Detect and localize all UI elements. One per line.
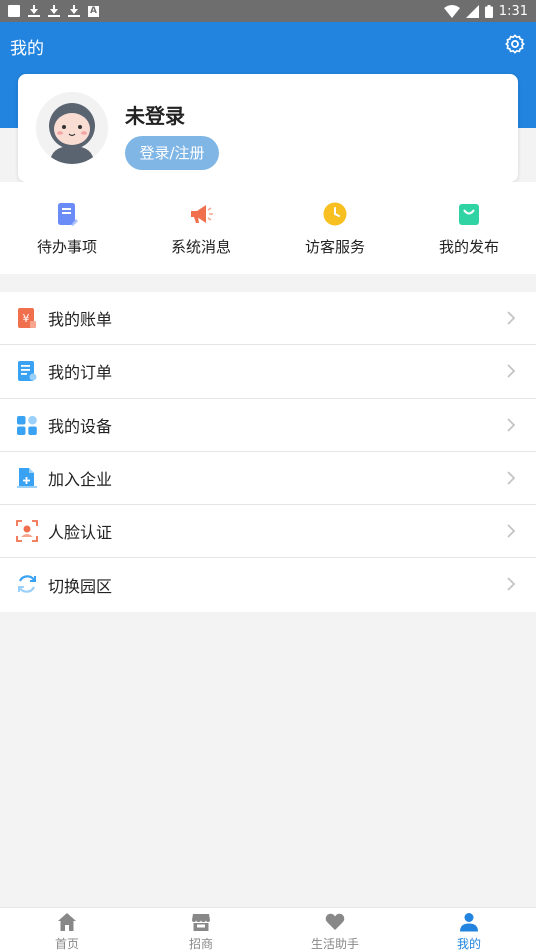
svg-text:¥: ¥	[23, 312, 30, 325]
tab-investment[interactable]: 招商	[134, 908, 268, 952]
menu-item-label: 切换园区	[48, 577, 113, 597]
quick-actions: 待办事项 系统消息 访客服务 我的发布	[0, 182, 536, 274]
login-register-button[interactable]: 登录/注册	[125, 136, 219, 170]
tab-label: 我的	[456, 937, 481, 951]
download-icon	[68, 5, 80, 17]
quick-action-messages[interactable]: 系统消息	[134, 182, 268, 274]
tab-home[interactable]: 首页	[0, 908, 134, 952]
chevron-right-icon	[507, 471, 516, 485]
person-icon	[460, 913, 478, 932]
page-title: 我的	[10, 39, 44, 59]
bottom-tab-bar: 首页 招商 生活助手 我的	[0, 907, 536, 952]
menu-item-switch-park[interactable]: 切换园区	[0, 558, 536, 611]
download-icon	[28, 5, 40, 17]
quick-action-todo[interactable]: 待办事项	[0, 182, 134, 274]
devices-grid-icon	[17, 415, 37, 435]
gear-icon[interactable]	[504, 33, 526, 55]
status-time: 1:31	[498, 3, 528, 19]
menu-item-label: 人脸认证	[48, 523, 113, 543]
document-pen-icon	[58, 203, 78, 226]
app-notification-icon: A	[88, 5, 99, 17]
profile-card: 未登录 登录/注册	[18, 74, 518, 182]
battery-icon	[484, 4, 493, 18]
menu-item-orders[interactable]: 我的订单	[0, 345, 536, 399]
quick-action-label: 我的发布	[438, 238, 499, 256]
menu-item-label: 我的账单	[48, 310, 113, 330]
tab-mine[interactable]: 我的	[402, 908, 536, 952]
chevron-right-icon	[507, 524, 516, 538]
bill-yen-icon: ¥	[18, 308, 36, 328]
menu-item-label: 我的订单	[48, 363, 113, 383]
order-list-icon	[18, 361, 37, 382]
quick-action-label: 系统消息	[170, 238, 231, 256]
chevron-right-icon	[507, 417, 516, 432]
chevron-right-icon	[507, 577, 516, 592]
megaphone-icon	[191, 205, 213, 223]
signal-icon	[465, 4, 479, 18]
menu-list: ¥ 我的账单 我的订单 我的设备 加入企业 人脸认证 切换园区	[0, 292, 536, 612]
menu-item-bills[interactable]: ¥ 我的账单	[0, 292, 536, 346]
face-scan-icon	[16, 520, 38, 543]
login-status-title: 未登录	[125, 104, 185, 128]
quick-action-label: 访客服务	[304, 238, 365, 256]
astronaut-avatar-icon	[36, 92, 108, 164]
menu-item-label: 我的设备	[48, 416, 113, 436]
quick-action-label: 待办事项	[36, 238, 97, 256]
status-bar: A 1:31	[0, 0, 536, 22]
menu-item-label: 加入企业	[48, 470, 113, 490]
menu-item-devices[interactable]: 我的设备	[0, 399, 536, 452]
chevron-right-icon	[507, 364, 516, 378]
menu-item-face-auth[interactable]: 人脸认证	[0, 505, 536, 559]
join-enterprise-icon	[17, 467, 37, 488]
storefront-icon	[192, 914, 210, 931]
quick-action-publish[interactable]: 我的发布	[402, 182, 536, 274]
avatar[interactable]	[36, 92, 108, 164]
tab-life-assistant[interactable]: 生活助手	[268, 908, 402, 952]
clock-icon	[323, 202, 347, 226]
quick-action-visitor[interactable]: 访客服务	[268, 182, 402, 274]
home-icon	[58, 913, 76, 931]
menu-item-join-enterprise[interactable]: 加入企业	[0, 452, 536, 506]
refresh-icon	[18, 575, 36, 594]
tab-label: 首页	[54, 937, 79, 951]
shopping-bag-icon	[459, 204, 479, 225]
download-icon	[48, 5, 60, 17]
tab-label: 招商	[188, 937, 213, 951]
tab-label: 生活助手	[310, 937, 359, 951]
wifi-icon	[443, 4, 460, 18]
notification-icon	[8, 5, 20, 17]
chevron-right-icon	[507, 311, 516, 325]
heart-icon	[325, 913, 345, 930]
